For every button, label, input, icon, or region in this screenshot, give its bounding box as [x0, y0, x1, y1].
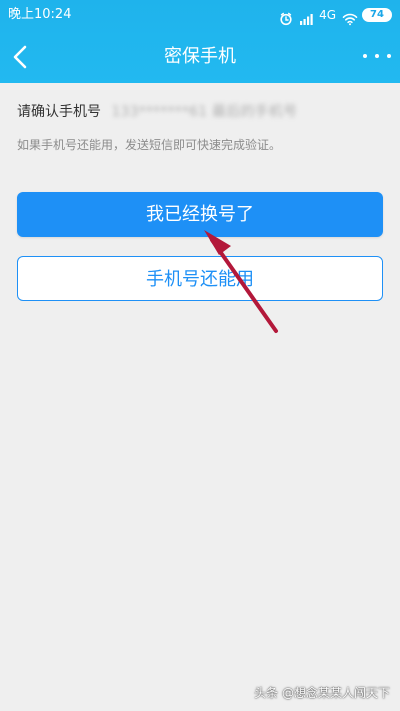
title-bar: 密保手机 [0, 30, 400, 83]
watermark: 头条 @想念某某人闯天下 [254, 686, 390, 700]
phone-confirm-line: 请确认手机号 133*******61 最后的手机号 [17, 101, 297, 121]
page-title: 密保手机 [164, 46, 236, 67]
phone-number-blurred: 133*******61 最后的手机号 [111, 104, 298, 120]
status-icons: 4G 74 [279, 0, 392, 30]
main-content: 请确认手机号 133*******61 最后的手机号 如果手机号还能用，发送短信… [0, 83, 400, 711]
signal-icon [299, 8, 313, 25]
chevron-left-icon [13, 45, 27, 69]
back-button[interactable] [4, 39, 40, 75]
more-dots-icon [375, 54, 379, 58]
alarm-icon [279, 8, 293, 26]
status-time: 晚上10:24 [8, 7, 72, 22]
more-button[interactable] [360, 42, 394, 70]
network-type: 4G [319, 8, 336, 22]
hint-text: 如果手机号还能用，发送短信即可快速完成验证。 [17, 138, 282, 152]
number-still-usable-button[interactable]: 手机号还能用 [17, 256, 383, 301]
changed-number-button[interactable]: 我已经换号了 [17, 192, 383, 237]
status-bar: 晚上10:24 4G 74 [0, 0, 400, 30]
app-header: 晚上10:24 4G 74 密保手机 [0, 0, 400, 83]
more-dots-icon [387, 54, 391, 58]
battery-indicator: 74 [362, 8, 392, 22]
more-dots-icon [363, 54, 367, 58]
wifi-icon [342, 8, 358, 26]
phone-prompt: 请确认手机号 [17, 104, 101, 120]
